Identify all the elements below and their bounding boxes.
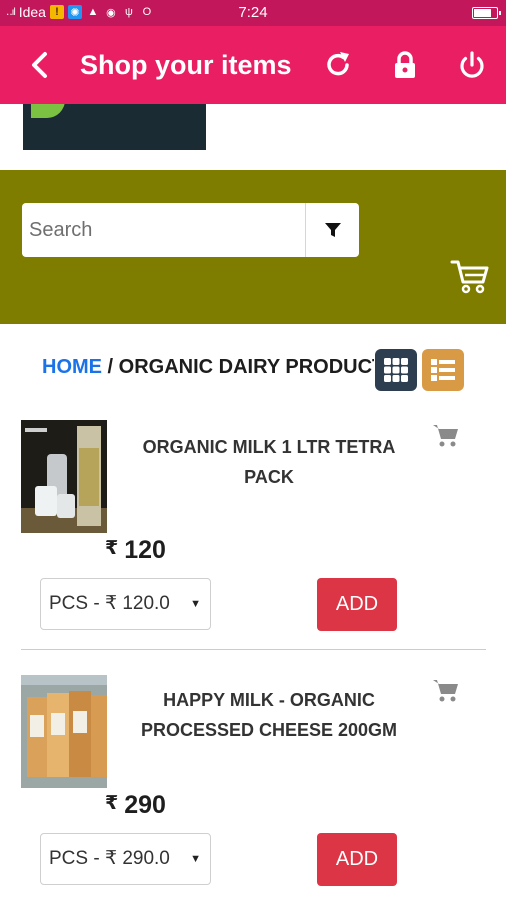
add-to-cart-icon[interactable] <box>432 677 460 703</box>
price-value: 290 <box>124 791 166 819</box>
breadcrumb: HOME / ORGANIC DAIRY PRODUCTS <box>42 356 374 386</box>
add-button[interactable]: ADD <box>317 578 397 631</box>
unit-select-value: PCS - ₹ 120.0 <box>49 593 170 614</box>
product-name[interactable]: HAPPY MILK - ORGANIC PROCESSED CHEESE 20… <box>140 685 398 745</box>
lock-icon[interactable] <box>388 48 422 82</box>
dropdown-caret-icon: ▼ <box>190 598 201 610</box>
breadcrumb-current: ORGANIC DAIRY PRODUCTS <box>118 356 374 378</box>
list-view-button[interactable] <box>422 349 464 391</box>
product-image[interactable] <box>21 420 107 533</box>
currency-symbol: ₹ <box>105 793 119 814</box>
filter-button[interactable] <box>305 203 359 257</box>
product-price: ₹120 <box>105 536 166 565</box>
grid-icon <box>384 358 408 382</box>
add-to-cart-icon[interactable] <box>432 422 460 448</box>
product-name[interactable]: ORGANIC MILK 1 LTR TETRA PACK <box>140 432 398 492</box>
back-arrow-icon[interactable] <box>24 48 58 82</box>
app-bar: Shop your items <box>0 26 506 104</box>
add-button[interactable]: ADD <box>317 833 397 886</box>
grid-view-button[interactable] <box>375 349 417 391</box>
dropdown-caret-icon: ▼ <box>190 853 201 865</box>
breadcrumb-separator: / <box>102 356 119 378</box>
logo-leaf <box>31 104 65 118</box>
search-band <box>0 170 506 324</box>
refresh-icon[interactable] <box>321 48 355 82</box>
product-image[interactable] <box>21 675 107 788</box>
search-input[interactable] <box>22 203 304 257</box>
power-icon[interactable] <box>455 48 489 82</box>
battery-fill <box>474 9 491 17</box>
unit-select-value: PCS - ₹ 290.0 <box>49 848 170 869</box>
product-divider <box>21 649 486 650</box>
breadcrumb-home-link[interactable]: HOME <box>42 356 102 378</box>
clock: 7:24 <box>238 4 268 21</box>
page-title: Shop your items <box>80 50 292 80</box>
price-value: 120 <box>124 536 166 564</box>
currency-symbol: ₹ <box>105 538 119 559</box>
search-box <box>22 203 359 257</box>
store-logo <box>23 104 206 150</box>
status-bar: ‥ıl Idea ! ✺ ▲ ◉ ψ Ο 7:24 <box>0 0 506 26</box>
store-banner <box>0 104 506 170</box>
cart-icon[interactable] <box>450 256 490 296</box>
battery-icon <box>472 7 501 19</box>
unit-select[interactable]: PCS - ₹ 120.0 ▼ <box>40 578 211 630</box>
filter-icon <box>324 223 341 237</box>
product-price: ₹290 <box>105 791 166 820</box>
unit-select[interactable]: PCS - ₹ 290.0 ▼ <box>40 833 211 885</box>
list-icon <box>431 359 455 381</box>
